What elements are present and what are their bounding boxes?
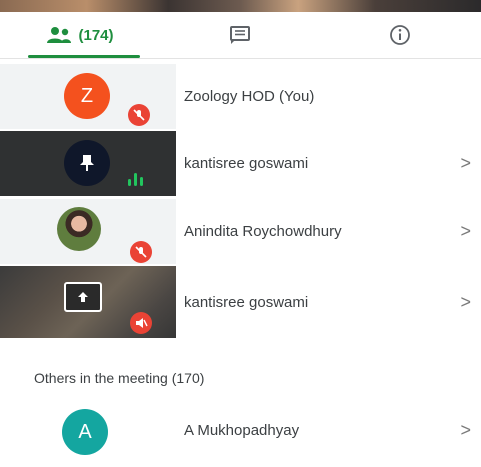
avatar: Z xyxy=(64,73,110,119)
participant-name: kantisree goswami xyxy=(184,293,309,311)
pin-icon xyxy=(80,155,94,171)
people-icon xyxy=(47,27,72,43)
video-strip xyxy=(0,0,481,12)
chevron-right-icon[interactable]: > xyxy=(460,199,471,264)
participant-tile xyxy=(0,131,176,196)
mic-off-icon xyxy=(128,104,150,126)
section-title-others: Others in the meeting (170) xyxy=(34,370,205,386)
avatar-letter: A xyxy=(78,420,92,443)
participant-tile xyxy=(0,266,176,338)
participant-name: Zoology HOD (You) xyxy=(184,88,315,105)
participant-row[interactable]: kantisree goswami > xyxy=(0,131,481,196)
participant-row[interactable]: kantisree goswami > xyxy=(0,266,481,338)
participant-row[interactable]: Anindita Roychowdhury > xyxy=(0,199,481,264)
people-count: (174) xyxy=(78,26,114,44)
tab-info[interactable] xyxy=(320,12,480,58)
avatar xyxy=(57,207,101,251)
participant-name: Anindita Roychowdhury xyxy=(184,223,342,240)
chevron-right-icon[interactable]: > xyxy=(460,131,471,196)
participant-row[interactable]: A A Mukhopadhyay > xyxy=(0,402,481,467)
present-screen-icon xyxy=(64,282,102,312)
chevron-right-icon[interactable]: > xyxy=(460,398,471,463)
avatar xyxy=(64,140,110,186)
info-icon xyxy=(390,25,410,45)
audio-level-icon xyxy=(128,172,154,186)
chevron-right-icon[interactable]: > xyxy=(460,266,471,338)
mic-off-icon xyxy=(130,312,152,334)
tab-chat[interactable] xyxy=(160,12,320,58)
participant-tile xyxy=(0,199,176,264)
participant-tile: Z xyxy=(0,64,176,129)
tab-bar: (174) xyxy=(0,12,481,59)
participant-row[interactable]: Z Zoology HOD (You) xyxy=(0,64,481,129)
participant-name: A Mukhopadhyay xyxy=(184,422,300,439)
avatar-letter: Z xyxy=(80,84,94,107)
chat-icon xyxy=(230,26,250,44)
mic-off-icon xyxy=(130,241,152,263)
participant-name: kantisree goswami xyxy=(184,155,309,172)
active-tab-indicator xyxy=(28,55,140,58)
tab-people[interactable]: (174) xyxy=(0,12,160,58)
avatar: A xyxy=(62,409,108,455)
